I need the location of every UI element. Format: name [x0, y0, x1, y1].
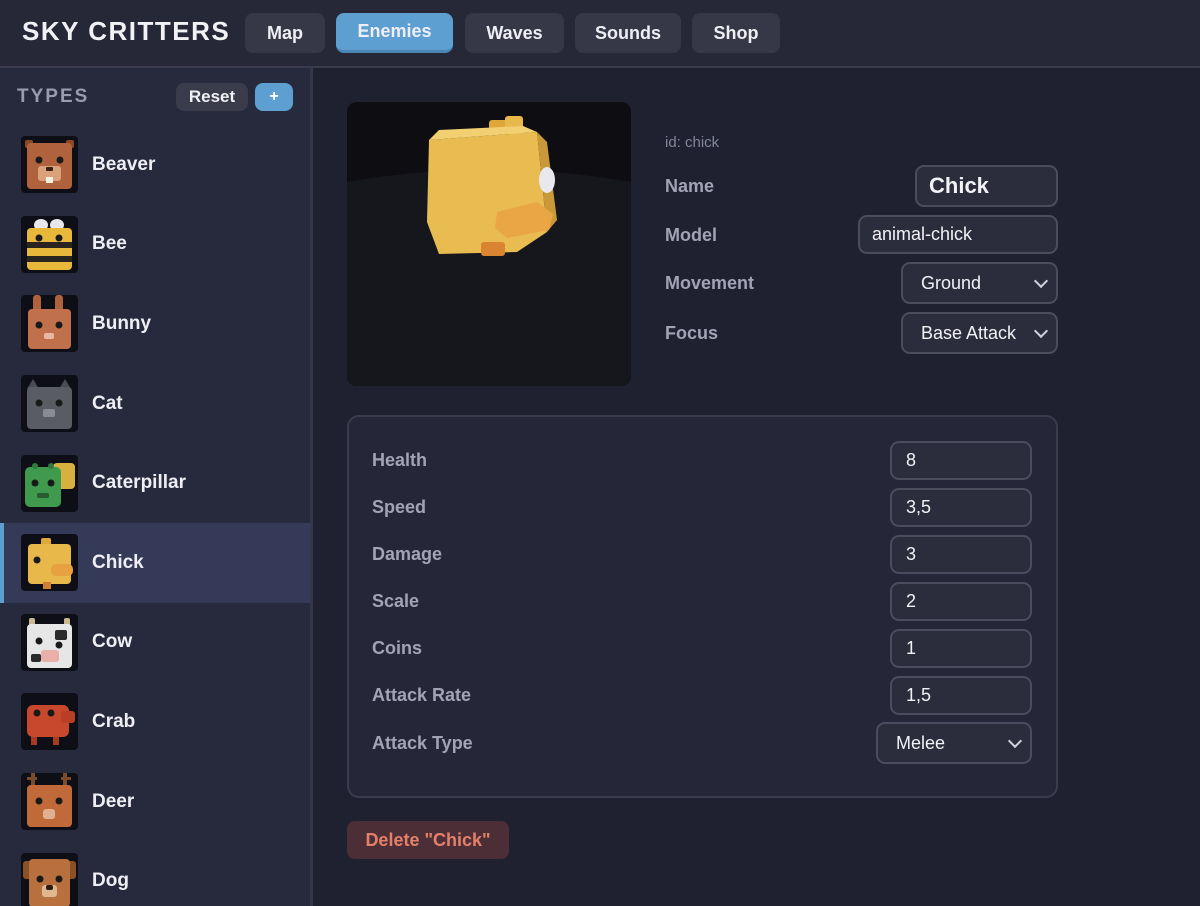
tab-waves[interactable]: Waves — [465, 13, 564, 53]
tab-map[interactable]: Map — [245, 13, 325, 53]
sidebar-item-dog[interactable]: Dog — [0, 841, 310, 906]
sidebar-item-label: Cat — [92, 392, 123, 414]
app-title: SKY CRITTERS — [22, 16, 231, 46]
sidebar-item-label: Chick — [92, 551, 144, 573]
scale-label: Scale — [372, 591, 420, 611]
sidebar-item-bunny[interactable]: Bunny — [0, 284, 310, 364]
sidebar-item-cat[interactable]: Cat — [0, 364, 310, 444]
model-preview-canvas[interactable] — [347, 102, 631, 386]
movement-select-value: Ground — [921, 272, 982, 293]
top-bar: SKY CRITTERS Map Enemies Waves Sounds Sh… — [0, 0, 1200, 68]
cat-icon — [21, 375, 78, 433]
speed-label: Speed — [372, 497, 427, 517]
enemy-types-sidebar: TYPES Reset + Beaver Bee Bunny Cat Cater… — [0, 68, 313, 906]
crab-icon — [21, 693, 78, 751]
sidebar-item-label: Crab — [92, 710, 136, 732]
delete-enemy-button[interactable]: Delete "Chick" — [347, 821, 509, 859]
bunny-icon — [21, 295, 78, 353]
health-input[interactable]: 8 — [890, 441, 1032, 480]
speed-input[interactable]: 3,5 — [890, 488, 1032, 527]
chevron-down-icon — [1033, 323, 1049, 339]
sidebar-item-label: Caterpillar — [92, 472, 186, 494]
focus-select-value: Base Attack — [921, 322, 1017, 343]
coins-input[interactable]: 1 — [890, 629, 1032, 668]
movement-label: Movement — [665, 273, 755, 293]
damage-input[interactable]: 3 — [890, 535, 1032, 574]
name-input[interactable]: Chick — [915, 165, 1058, 207]
attack-rate-label: Attack Rate — [372, 685, 472, 705]
focus-select[interactable]: Base Attack — [901, 312, 1058, 354]
model-label: Model — [665, 225, 717, 245]
tab-sounds[interactable]: Sounds — [575, 13, 681, 53]
dog-icon — [21, 852, 78, 906]
tab-shop[interactable]: Shop — [692, 13, 780, 53]
sidebar-item-chick[interactable]: Chick — [0, 522, 310, 603]
sidebar-item-bee[interactable]: Bee — [0, 205, 310, 285]
sidebar-item-label: Cow — [92, 631, 133, 653]
types-heading: TYPES — [17, 86, 90, 107]
sidebar-item-label: Bunny — [92, 312, 152, 334]
deer-icon — [21, 773, 78, 831]
sidebar-item-crab[interactable]: Crab — [0, 682, 310, 762]
chevron-down-icon — [1033, 273, 1049, 289]
name-label: Name — [665, 176, 715, 196]
tab-enemies[interactable]: Enemies — [336, 13, 453, 53]
add-type-button[interactable]: + — [255, 83, 293, 111]
attack-type-label: Attack Type — [372, 733, 473, 753]
bee-icon — [21, 215, 78, 273]
attack-rate-input[interactable]: 1,5 — [890, 676, 1032, 715]
health-label: Health — [372, 450, 428, 470]
coins-label: Coins — [372, 638, 423, 658]
sidebar-item-caterpillar[interactable]: Caterpillar — [0, 443, 310, 523]
model-input[interactable]: animal-chick — [858, 215, 1058, 254]
attack-type-select-value: Melee — [896, 732, 946, 753]
chick-icon — [21, 534, 78, 592]
caterpillar-icon — [21, 454, 78, 512]
beaver-icon — [21, 136, 78, 194]
attack-type-select[interactable]: Melee — [876, 722, 1032, 764]
sidebar-item-beaver[interactable]: Beaver — [0, 125, 310, 205]
sidebar-item-label: Deer — [92, 790, 135, 812]
sidebar-item-label: Beaver — [92, 153, 156, 175]
enemy-id: id: chick — [665, 134, 720, 151]
chick-model-image — [347, 102, 631, 386]
sidebar-item-deer[interactable]: Deer — [0, 762, 310, 842]
sidebar-item-label: Bee — [92, 233, 127, 255]
focus-label: Focus — [665, 323, 719, 343]
enemy-list: Beaver Bee Bunny Cat Caterpillar Chick C… — [0, 125, 310, 906]
sidebar-item-cow[interactable]: Cow — [0, 603, 310, 683]
sidebar-item-label: Dog — [92, 870, 129, 892]
reset-button[interactable]: Reset — [176, 83, 248, 111]
movement-select[interactable]: Ground — [901, 262, 1058, 304]
scale-input[interactable]: 2 — [890, 582, 1032, 621]
chevron-down-icon — [1007, 733, 1023, 749]
damage-label: Damage — [372, 544, 443, 564]
cow-icon — [21, 613, 78, 671]
